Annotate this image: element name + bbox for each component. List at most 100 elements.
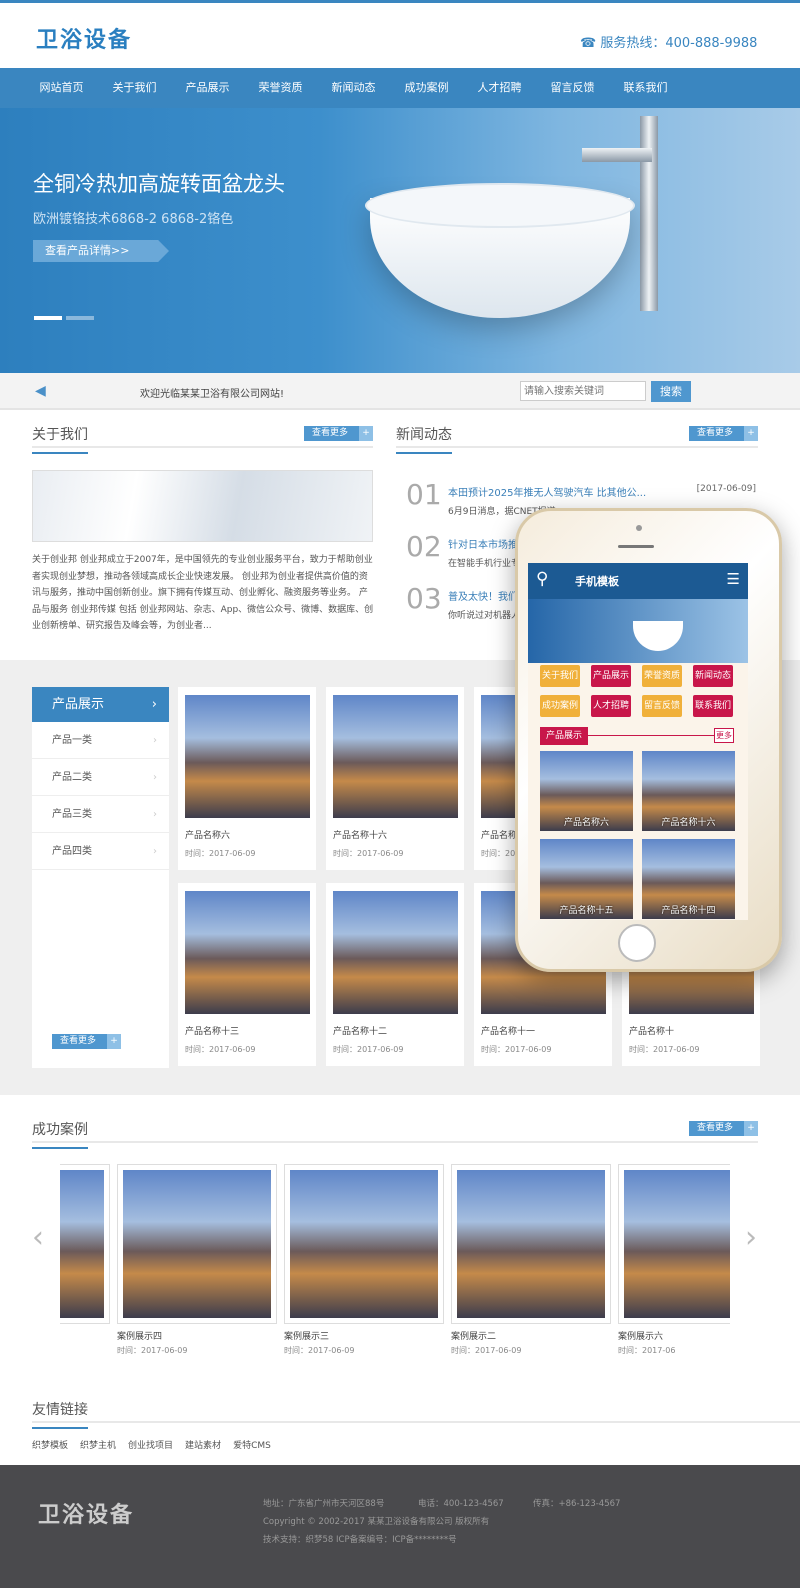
- nav-item[interactable]: 网站首页: [25, 68, 98, 108]
- home-button: [618, 924, 656, 962]
- product-name: 产品名称六: [185, 831, 231, 841]
- faucet-image: [640, 116, 658, 311]
- nav-item[interactable]: 联系我们: [609, 68, 682, 108]
- nav-item[interactable]: 荣誉资质: [244, 68, 317, 108]
- product-image: [185, 891, 310, 1014]
- nav-item[interactable]: 人才招聘: [463, 68, 536, 108]
- product-name: 产品名称十二: [333, 1027, 388, 1037]
- nav-item[interactable]: 产品展示: [171, 68, 244, 108]
- phone-menu-item[interactable]: 联系我们: [693, 695, 733, 717]
- about-text: 关于创业邦 创业邦成立于2007年，是中国领先的专业创业服务平台，致力于帮助创业…: [32, 555, 374, 631]
- next-arrow-icon[interactable]: ›: [745, 1220, 757, 1255]
- news-header: 新闻动态 查看更多 +: [396, 418, 758, 454]
- phone-product[interactable]: 产品名称十四: [642, 839, 735, 919]
- cases-header: 成功案例 查看更多 +: [32, 1113, 758, 1149]
- phone-product[interactable]: 产品名称六: [540, 751, 633, 831]
- search-icon[interactable]: ⚲: [536, 569, 548, 589]
- case-title: 案例展示六: [618, 1332, 664, 1342]
- phone-more-button[interactable]: 更多: [714, 728, 734, 743]
- phone-menu-item[interactable]: 留言反馈: [642, 695, 682, 717]
- product-image: [185, 695, 310, 818]
- category-item[interactable]: 产品一类 ›: [32, 722, 169, 759]
- about-image: [32, 470, 373, 542]
- friend-link[interactable]: 建站素材: [185, 1438, 221, 1451]
- case-title: 案例展示三: [284, 1332, 330, 1342]
- phone-menu-item[interactable]: 新闻动态: [693, 665, 733, 687]
- phone-menu-item[interactable]: 荣誉资质: [642, 665, 682, 687]
- category-item[interactable]: 产品二类 ›: [32, 759, 169, 796]
- case-title: 案例展示四: [117, 1332, 163, 1342]
- news-title-link[interactable]: 普及太快！我们: [448, 588, 518, 603]
- category-item[interactable]: 产品三类 ›: [32, 796, 169, 833]
- category-label: 产品一类: [52, 735, 92, 746]
- site-logo[interactable]: 卫浴设备: [36, 22, 132, 54]
- cases-more-button[interactable]: 查看更多 +: [689, 1121, 758, 1136]
- product-card[interactable]: 产品名称十六 时间：2017-06-09: [326, 687, 464, 870]
- news-more-button[interactable]: 查看更多 +: [689, 426, 758, 441]
- footer-support: 技术支持：织梦58 ICP备案编号：ICP备********号: [263, 1535, 457, 1545]
- phone-product[interactable]: 产品名称十五: [540, 839, 633, 919]
- welcome-text: 欢迎光临某某卫浴有限公司网站!: [140, 389, 285, 400]
- phone-menu-item[interactable]: 人才招聘: [591, 695, 631, 717]
- case-image: [624, 1170, 730, 1318]
- news-title-link[interactable]: 本田预计2025年推无人驾驶汽车 比其他公...: [448, 484, 646, 499]
- case-card[interactable]: 案例展示四时间：2017-06-09: [117, 1164, 277, 1364]
- basin-image: [633, 621, 683, 651]
- more-label: 查看更多: [312, 428, 349, 438]
- product-detail-button[interactable]: 查看产品详情>>: [33, 240, 169, 262]
- product-categories: 产品展示 › 产品一类 › 产品二类 › 产品三类 › 产品四类 › 查看更多 +: [32, 687, 169, 1068]
- phone-product[interactable]: 产品名称十六: [642, 751, 735, 831]
- case-title: 案例展示二: [451, 1332, 497, 1342]
- chevron-right-icon: ›: [153, 772, 157, 783]
- menu-icon[interactable]: ☰: [727, 570, 740, 588]
- case-card[interactable]: 案例展示六 时间：2017-06: [618, 1164, 730, 1364]
- search-input[interactable]: [520, 381, 646, 401]
- nav-item[interactable]: 新闻动态: [317, 68, 390, 108]
- search-button[interactable]: 搜索: [651, 381, 691, 402]
- category-item[interactable]: 产品四类 ›: [32, 833, 169, 870]
- phone-title: 手机模板: [575, 575, 619, 588]
- faucet-spout: [582, 148, 652, 162]
- slide-dot[interactable]: [66, 316, 94, 320]
- phone-product-name: 产品名称十四: [661, 906, 716, 916]
- nav-item[interactable]: 成功案例: [390, 68, 463, 108]
- links-header: 友情链接: [32, 1393, 800, 1429]
- prev-arrow-icon[interactable]: ‹: [32, 1220, 44, 1255]
- notice-bar: ◀ 欢迎光临某某卫浴有限公司网站! 搜索: [0, 373, 800, 410]
- friend-link[interactable]: 织梦主机: [80, 1438, 116, 1451]
- news-title-link[interactable]: 针对日本市场推: [448, 536, 518, 551]
- footer-logo: 卫浴设备: [38, 1503, 135, 1528]
- news-number: 02: [406, 530, 442, 563]
- case-card[interactable]: 案例展示三 时间：2017-06-09: [284, 1164, 444, 1364]
- cases-carousel: 6-09案例展示四时间：2017-06-09案例展示三时间：2017-06-09…: [60, 1164, 730, 1364]
- categories-header[interactable]: 产品展示 ›: [32, 687, 169, 722]
- product-card[interactable]: 产品名称六 时间：2017-06-09: [178, 687, 316, 870]
- phone-menu-item[interactable]: 关于我们: [540, 665, 580, 687]
- friend-link[interactable]: 爱特CMS: [233, 1438, 271, 1451]
- friend-links: 织梦模板 织梦主机 创业找项目 建站素材 爱特CMS: [32, 1438, 271, 1451]
- friend-link[interactable]: 织梦模板: [32, 1438, 68, 1451]
- nav-item[interactable]: 关于我们: [98, 68, 171, 108]
- friend-link[interactable]: 创业找项目: [128, 1438, 173, 1451]
- news-number: 01: [406, 478, 442, 511]
- news-desc: 你听说过对机器人: [448, 611, 521, 621]
- product-card[interactable]: 产品名称十二 时间：2017-06-09: [326, 883, 464, 1066]
- case-date: 时间：2017-06-09: [117, 1346, 188, 1355]
- products-more-button[interactable]: 查看更多 +: [52, 1034, 121, 1049]
- hero-banner[interactable]: 全铜冷热加高旋转面盆龙头 欧洲镀铬技术6868-2 6868-2铬色 查看产品详…: [0, 108, 800, 373]
- divider: [588, 735, 714, 736]
- phone-menu-item[interactable]: 产品展示: [591, 665, 631, 687]
- about-more-button[interactable]: 查看更多 +: [304, 426, 373, 441]
- phone-menu-item[interactable]: 成功案例: [540, 695, 580, 717]
- product-image: [333, 695, 458, 818]
- news-desc: 在智能手机行业专: [448, 559, 521, 569]
- hotline: ☎ 服务热线：400-888-9988: [580, 36, 758, 51]
- slide-dot[interactable]: [34, 316, 62, 320]
- phone-product-name: 产品名称六: [563, 818, 609, 828]
- case-card[interactable]: 6-09: [60, 1164, 110, 1364]
- news-number: 03: [406, 582, 442, 615]
- nav-item[interactable]: 留言反馈: [536, 68, 609, 108]
- product-card[interactable]: 产品名称十三 时间：2017-06-09: [178, 883, 316, 1066]
- chevron-right-icon: ›: [153, 846, 157, 857]
- case-card[interactable]: 案例展示二 时间：2017-06-09: [451, 1164, 611, 1364]
